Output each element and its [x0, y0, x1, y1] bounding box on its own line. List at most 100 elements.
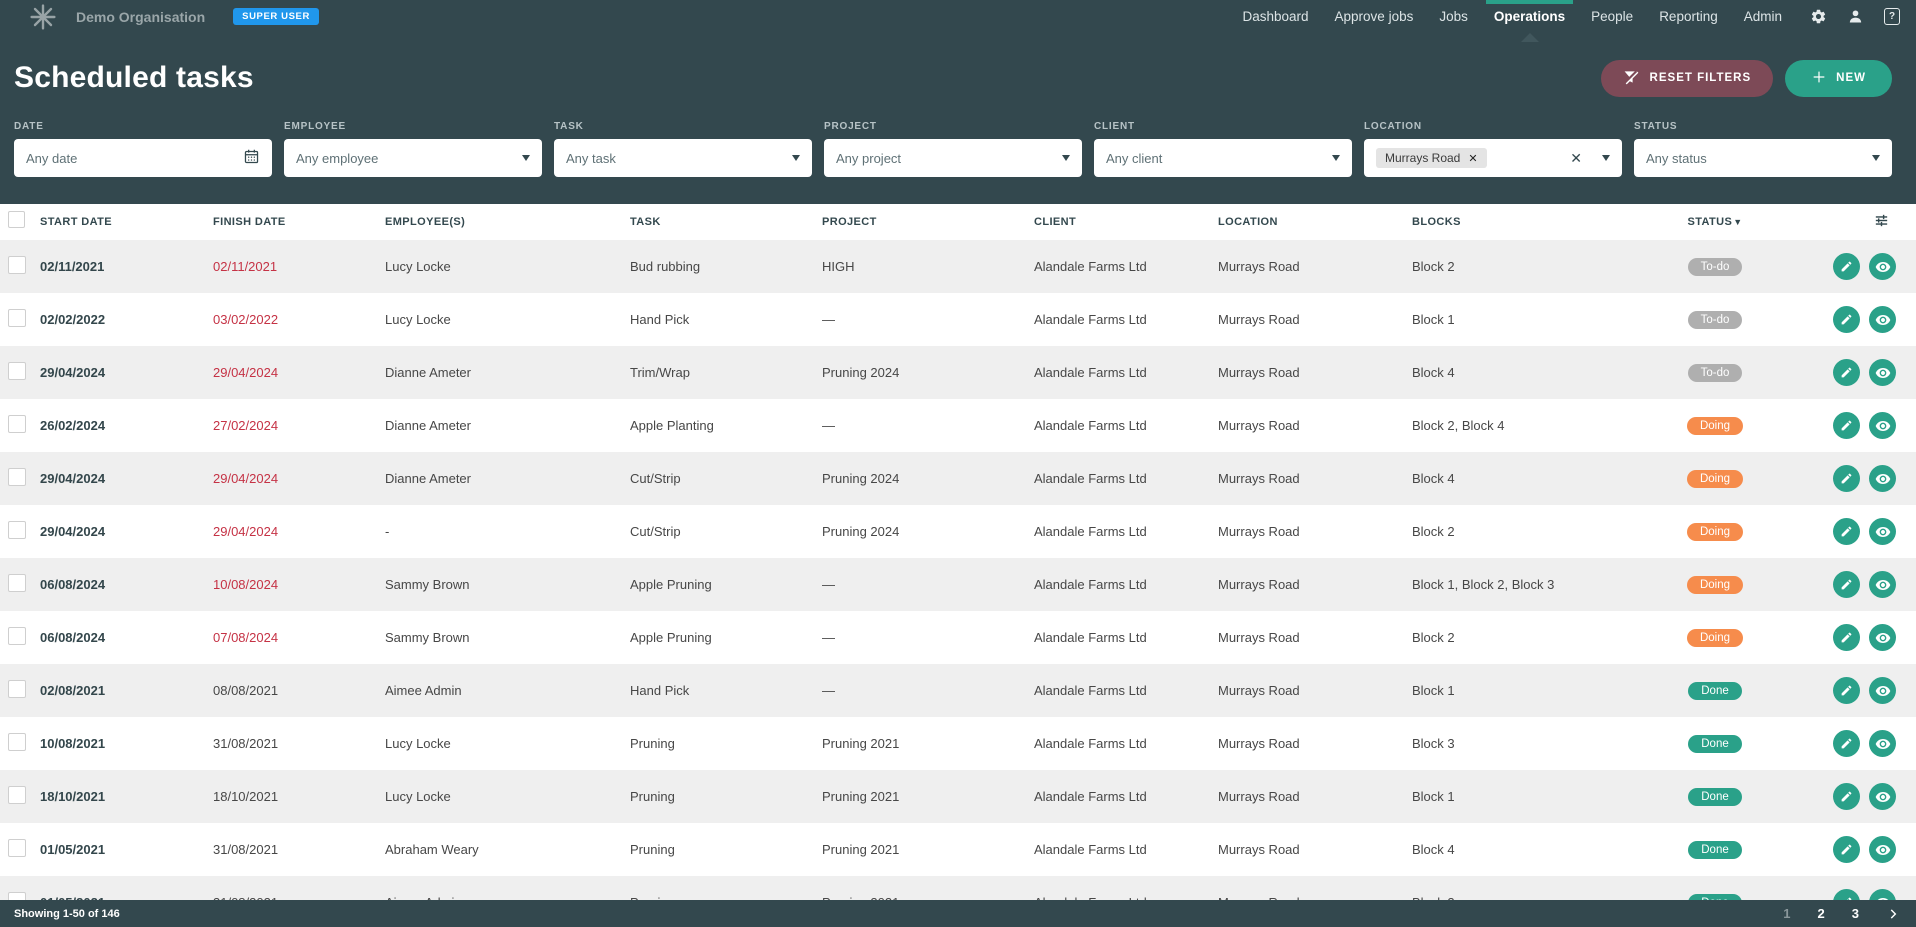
location-link[interactable]: Murrays Road	[1218, 365, 1300, 380]
project-link[interactable]: Pruning 2024	[822, 471, 899, 486]
view-button[interactable]	[1869, 253, 1896, 280]
location-filter-select[interactable]: Murrays Road✕✕	[1364, 139, 1622, 177]
edit-button[interactable]	[1833, 677, 1860, 704]
row-checkbox[interactable]	[8, 415, 26, 433]
location-link[interactable]: Murrays Road	[1218, 577, 1300, 592]
view-button[interactable]	[1869, 306, 1896, 333]
client-link[interactable]: Alandale Farms Ltd	[1034, 471, 1147, 486]
column-header-employee-s[interactable]: EMPLOYEE(S)	[385, 216, 630, 228]
nav-item-admin[interactable]: Admin	[1744, 0, 1782, 33]
row-checkbox[interactable]	[8, 468, 26, 486]
help-icon[interactable]: ?	[1884, 8, 1900, 25]
location-link[interactable]: Murrays Road	[1218, 736, 1300, 751]
client-link[interactable]: Alandale Farms Ltd	[1034, 577, 1147, 592]
client-link[interactable]: Alandale Farms Ltd	[1034, 789, 1147, 804]
clear-filter-icon[interactable]: ✕	[1570, 150, 1582, 167]
nav-item-operations[interactable]: Operations	[1494, 0, 1565, 33]
view-button[interactable]	[1869, 571, 1896, 598]
view-button[interactable]	[1869, 624, 1896, 651]
client-link[interactable]: Alandale Farms Ltd	[1034, 736, 1147, 751]
location-link[interactable]: Murrays Road	[1218, 418, 1300, 433]
column-header-project[interactable]: PROJECT	[822, 216, 1034, 228]
row-checkbox[interactable]	[8, 574, 26, 592]
client-link[interactable]: Alandale Farms Ltd	[1034, 259, 1147, 274]
client-filter-select[interactable]: Any client	[1094, 139, 1352, 177]
view-button[interactable]	[1869, 836, 1896, 863]
edit-button[interactable]	[1833, 412, 1860, 439]
column-header-finish-date[interactable]: FINISH DATE	[213, 216, 385, 228]
filter-chip[interactable]: Murrays Road✕	[1376, 148, 1487, 168]
client-link[interactable]: Alandale Farms Ltd	[1034, 365, 1147, 380]
date-filter-input[interactable]: Any date	[14, 139, 272, 177]
location-link[interactable]: Murrays Road	[1218, 312, 1300, 327]
edit-button[interactable]	[1833, 465, 1860, 492]
gear-icon[interactable]	[1810, 8, 1827, 25]
edit-button[interactable]	[1833, 730, 1860, 757]
client-link[interactable]: Alandale Farms Ltd	[1034, 524, 1147, 539]
edit-button[interactable]	[1833, 836, 1860, 863]
location-link[interactable]: Murrays Road	[1218, 789, 1300, 804]
edit-button[interactable]	[1833, 571, 1860, 598]
row-checkbox[interactable]	[8, 733, 26, 751]
column-header-start-date[interactable]: START DATE	[40, 216, 213, 228]
task-filter-select[interactable]: Any task	[554, 139, 812, 177]
view-button[interactable]	[1869, 677, 1896, 704]
row-checkbox[interactable]	[8, 839, 26, 857]
edit-button[interactable]	[1833, 306, 1860, 333]
project-link[interactable]: Pruning 2021	[822, 736, 899, 751]
user-icon[interactable]	[1847, 8, 1864, 25]
page-button-1[interactable]: 1	[1783, 906, 1790, 921]
status-filter-select[interactable]: Any status	[1634, 139, 1892, 177]
view-button[interactable]	[1869, 783, 1896, 810]
edit-button[interactable]	[1833, 783, 1860, 810]
nav-item-people[interactable]: People	[1591, 0, 1633, 33]
nav-item-jobs[interactable]: Jobs	[1439, 0, 1468, 33]
nav-item-reporting[interactable]: Reporting	[1659, 0, 1718, 33]
row-checkbox[interactable]	[8, 362, 26, 380]
row-checkbox[interactable]	[8, 521, 26, 539]
client-link[interactable]: Alandale Farms Ltd	[1034, 418, 1147, 433]
project-link[interactable]: Pruning 2024	[822, 524, 899, 539]
edit-button[interactable]	[1833, 253, 1860, 280]
column-header-status[interactable]: STATUS▼	[1650, 216, 1780, 228]
view-button[interactable]	[1869, 359, 1896, 386]
row-checkbox[interactable]	[8, 786, 26, 804]
project-link[interactable]: HIGH	[822, 259, 855, 274]
edit-button[interactable]	[1833, 518, 1860, 545]
client-link[interactable]: Alandale Farms Ltd	[1034, 312, 1147, 327]
row-checkbox[interactable]	[8, 680, 26, 698]
employee-filter-select[interactable]: Any employee	[284, 139, 542, 177]
view-button[interactable]	[1869, 518, 1896, 545]
row-checkbox[interactable]	[8, 309, 26, 327]
row-checkbox[interactable]	[8, 627, 26, 645]
reset-filters-button[interactable]: RESET FILTERS	[1601, 60, 1774, 97]
column-header-client[interactable]: CLIENT	[1034, 216, 1218, 228]
view-button[interactable]	[1869, 412, 1896, 439]
column-header-location[interactable]: LOCATION	[1218, 216, 1412, 228]
client-link[interactable]: Alandale Farms Ltd	[1034, 842, 1147, 857]
view-button[interactable]	[1869, 465, 1896, 492]
project-link[interactable]: Pruning 2024	[822, 365, 899, 380]
new-task-button[interactable]: NEW	[1785, 60, 1892, 97]
project-filter-select[interactable]: Any project	[824, 139, 1082, 177]
view-button[interactable]	[1869, 730, 1896, 757]
project-link[interactable]: Pruning 2021	[822, 789, 899, 804]
next-page-button[interactable]	[1886, 907, 1900, 921]
column-header-blocks[interactable]: BLOCKS	[1412, 216, 1650, 228]
location-link[interactable]: Murrays Road	[1218, 524, 1300, 539]
nav-item-dashboard[interactable]: Dashboard	[1242, 0, 1308, 33]
edit-button[interactable]	[1833, 624, 1860, 651]
chip-remove-icon[interactable]: ✕	[1468, 152, 1477, 165]
client-link[interactable]: Alandale Farms Ltd	[1034, 630, 1147, 645]
client-link[interactable]: Alandale Farms Ltd	[1034, 683, 1147, 698]
nav-item-approve-jobs[interactable]: Approve jobs	[1335, 0, 1414, 33]
column-settings-icon[interactable]	[1873, 212, 1890, 232]
project-link[interactable]: Pruning 2021	[822, 842, 899, 857]
page-button-2[interactable]: 2	[1818, 906, 1825, 921]
page-button-3[interactable]: 3	[1852, 906, 1859, 921]
location-link[interactable]: Murrays Road	[1218, 630, 1300, 645]
location-link[interactable]: Murrays Road	[1218, 683, 1300, 698]
column-header-task[interactable]: TASK	[630, 216, 822, 228]
location-link[interactable]: Murrays Road	[1218, 259, 1300, 274]
row-checkbox[interactable]	[8, 256, 26, 274]
